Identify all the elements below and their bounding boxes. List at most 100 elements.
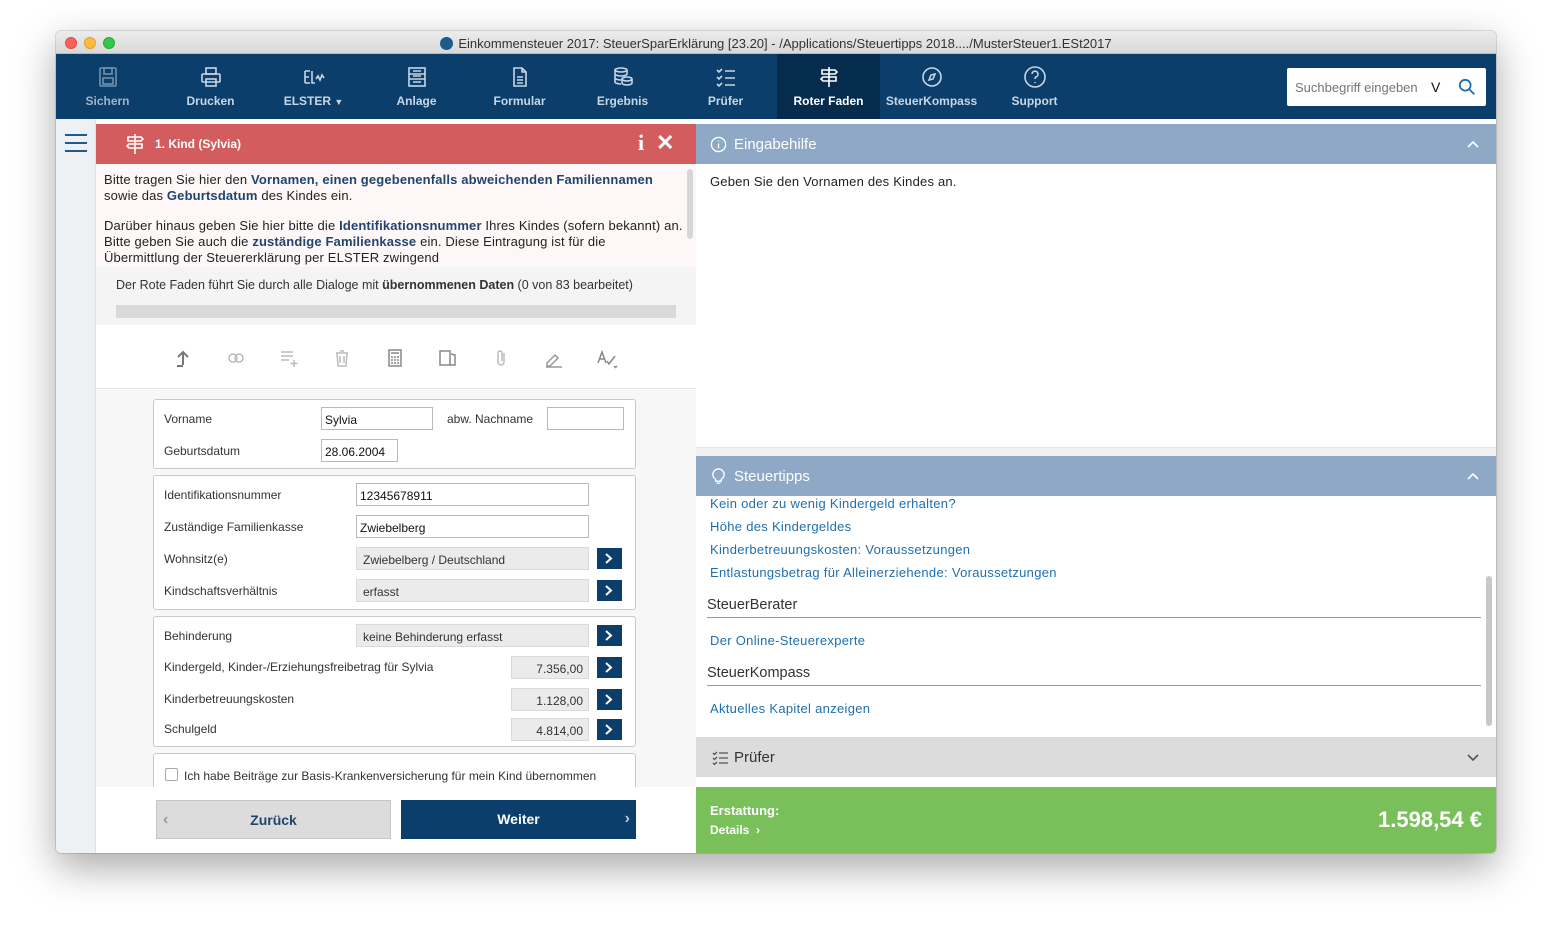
info-circle-icon <box>710 136 727 153</box>
idnr-field[interactable]: 12345678911 <box>356 483 589 506</box>
elster-dropdown-icon: ▼ <box>334 97 344 107</box>
toolbar-pruefer-button[interactable]: Prüfer <box>674 54 777 119</box>
betreuung-open-button[interactable] <box>597 689 622 710</box>
search-icon[interactable] <box>1458 78 1476 96</box>
refund-bar: Erstattung: Details › 1.598,54 € <box>696 787 1496 853</box>
betreuung-label: Kinderbetreuungskosten <box>164 692 295 706</box>
close-icon[interactable]: ✕ <box>656 130 674 156</box>
name-section: Vorname Sylvia abw. Nachname Geburtsdatu… <box>153 399 636 469</box>
roter-faden-progress-bar <box>116 305 676 318</box>
familienkasse-field[interactable]: Zwiebelberg <box>356 515 589 538</box>
toolbar-save-button[interactable]: Sichern <box>56 54 159 119</box>
kindergeld-label: Kindergeld, Kinder-/Erziehungsfreibetrag… <box>164 660 434 674</box>
hamburger-menu-icon[interactable] <box>65 134 87 152</box>
upload-icon[interactable] <box>172 347 194 369</box>
benefits-section: Behinderung keine Behinderung erfasst Ki… <box>153 616 636 747</box>
chevron-up-icon[interactable] <box>1466 137 1480 151</box>
geburtsdatum-field[interactable]: 28.06.2004 <box>321 439 398 462</box>
toolbar-support-button[interactable]: Support <box>983 54 1086 119</box>
vorname-field[interactable]: Sylvia <box>321 407 433 430</box>
add-list-icon[interactable] <box>278 347 300 369</box>
toolbar-anlage-label: Anlage <box>396 94 437 108</box>
intro-paragraph-1: Bitte tragen Sie hier den Vornamen, eine… <box>104 172 654 203</box>
coins-icon <box>571 65 674 89</box>
chevron-up-icon[interactable] <box>1466 469 1480 483</box>
signpost-icon <box>777 65 880 89</box>
steuerberater-link[interactable]: Der Online-Steuerexperte <box>710 633 865 648</box>
back-button[interactable]: ‹ Zurück <box>156 800 391 839</box>
kindschaft-field: erfasst <box>356 579 589 602</box>
refund-amount: 1.598,54 € <box>1378 807 1482 832</box>
chevron-right-icon <box>605 662 613 673</box>
tip-link[interactable]: Entlastungsbetrag für Alleinerziehende: … <box>710 565 1057 580</box>
intro-scrollbar[interactable] <box>687 169 693 239</box>
behinderung-open-button[interactable] <box>597 625 622 646</box>
info-icon[interactable]: i <box>638 130 644 156</box>
kindschaft-open-button[interactable] <box>597 580 622 601</box>
toolbar-print-button[interactable]: Drucken <box>159 54 262 119</box>
refund-details-link[interactable]: Details › <box>710 823 760 837</box>
wohnsitz-label: Wohnsitz(e) <box>164 552 228 566</box>
eingabehilfe-header[interactable]: Eingabehilfe <box>696 124 1496 164</box>
calculator-icon[interactable] <box>384 347 406 369</box>
tip-link[interactable]: Kinderbetreuungskosten: Voraussetzungen <box>710 542 970 557</box>
chevron-right-icon: › <box>752 823 761 837</box>
dialog-header: 1. Kind (Sylvia) i ✕ <box>96 124 696 164</box>
eingabehilfe-content: Geben Sie den Vornamen des Kindes an. <box>696 164 1496 448</box>
steuertipps-scrollbar[interactable] <box>1486 576 1492 726</box>
window-title: Einkommensteuer 2017: SteuerSparErklärun… <box>56 36 1496 51</box>
toolbar-steuerkompass-label: SteuerKompass <box>885 94 978 108</box>
wohnsitz-open-button[interactable] <box>597 548 622 569</box>
chevron-down-icon[interactable] <box>1466 750 1480 764</box>
toolbar-formular-button[interactable]: Formular <box>468 54 571 119</box>
kindergeld-open-button[interactable] <box>597 657 622 678</box>
chevron-right-icon <box>605 724 613 735</box>
printer-icon <box>159 65 262 89</box>
chevron-right-icon <box>605 630 613 641</box>
toolbar-steuerkompass-button[interactable]: SteuerKompass <box>880 54 983 119</box>
schulgeld-value: 4.814,00 <box>511 718 589 741</box>
search-suffix: V <box>1431 79 1441 95</box>
toolbar-elster-button[interactable]: ELSTER ▼ <box>262 54 365 119</box>
kv-checkbox[interactable] <box>165 768 178 781</box>
wohnsitz-field: Zwiebelberg / Deutschland <box>356 547 589 570</box>
toolbar-anlage-button[interactable]: Anlage <box>365 54 468 119</box>
window-title-text: Einkommensteuer 2017: SteuerSparErklärun… <box>458 36 1112 51</box>
behinderung-label: Behinderung <box>164 629 233 643</box>
link-rings-icon[interactable] <box>225 347 247 369</box>
abw-nachname-field[interactable] <box>547 407 624 430</box>
eingabehilfe-text: Geben Sie den Vornamen des Kindes an. <box>710 174 957 189</box>
lightbulb-icon <box>712 468 725 484</box>
steuertipps-header[interactable]: Steuertipps <box>696 456 1496 496</box>
trash-icon[interactable] <box>331 347 353 369</box>
paperclip-icon[interactable] <box>490 347 512 369</box>
elster-label-text: ELSTER <box>283 94 332 108</box>
dialog-panel: 1. Kind (Sylvia) i ✕ Bitte tragen Sie hi… <box>96 119 696 853</box>
search-input[interactable] <box>1287 68 1447 106</box>
roter-faden-status: Der Rote Faden führt Sie durch alle Dial… <box>96 267 696 325</box>
tip-link[interactable]: Höhe des Kindergeldes <box>710 519 851 534</box>
checklist-icon <box>712 751 728 765</box>
kv-checkbox-label[interactable]: Ich habe Beiträge zur Basis-Krankenversi… <box>184 769 596 783</box>
chevron-right-icon <box>605 585 613 596</box>
tip-link[interactable]: Kein oder zu wenig Kindergeld erhalten? <box>710 496 956 511</box>
back-button-label: Zurück <box>250 812 297 828</box>
next-button[interactable]: Weiter › <box>401 800 636 839</box>
spellcheck-icon[interactable] <box>596 347 618 369</box>
kindergeld-value: 7.356,00 <box>511 656 589 679</box>
steuertipps-title: Steuertipps <box>734 468 810 485</box>
help-panel: Eingabehilfe Geben Sie den Vornamen des … <box>696 119 1496 853</box>
form-sheet-icon <box>365 65 468 89</box>
app-icon <box>440 37 454 50</box>
signature-icon[interactable] <box>543 347 565 369</box>
checklist-icon <box>674 65 777 89</box>
toolbar-ergebnis-button[interactable]: Ergebnis <box>571 54 674 119</box>
pruefer-title: Prüfer <box>734 749 775 766</box>
pruefer-header[interactable]: Prüfer <box>696 737 1496 777</box>
form-area: Vorname Sylvia abw. Nachname Geburtsdatu… <box>96 390 696 793</box>
app-window: Einkommensteuer 2017: SteuerSparErklärun… <box>56 31 1496 853</box>
schulgeld-open-button[interactable] <box>597 719 622 740</box>
document-copy-icon[interactable] <box>437 347 459 369</box>
toolbar-roter-faden-button[interactable]: Roter Faden <box>777 54 880 119</box>
steuerkompass-link[interactable]: Aktuelles Kapitel anzeigen <box>710 701 870 716</box>
